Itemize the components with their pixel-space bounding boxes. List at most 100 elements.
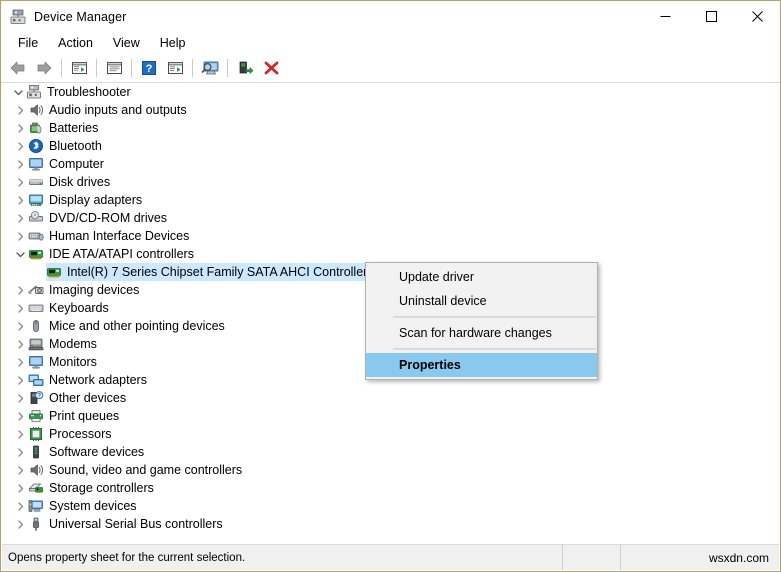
tree-item-label: Disk drives (49, 175, 111, 189)
tree-item-sound-video-and-game-controllers[interactable]: Sound, video and game controllers (2, 461, 779, 479)
network-adapter-icon (28, 372, 44, 388)
window-title: Device Manager (34, 9, 127, 24)
device-manager-window: Device Manager File Action View Help ? T… (0, 0, 781, 572)
chevron-right-icon[interactable] (12, 335, 28, 353)
chevron-right-icon[interactable] (12, 497, 28, 515)
chevron-right-icon[interactable] (12, 389, 28, 407)
scan-hardware-icon[interactable] (162, 56, 188, 80)
tree-item-processors[interactable]: Processors (2, 425, 779, 443)
chevron-right-icon[interactable] (12, 299, 28, 317)
context-menu-item-scan-for-hardware-changes[interactable]: Scan for hardware changes (366, 321, 597, 345)
tree-item-label: Network adapters (49, 373, 147, 387)
svg-text:?: ? (37, 394, 41, 400)
tree-item-label: Modems (49, 337, 97, 351)
forward-icon[interactable] (31, 56, 57, 80)
tree-item-storage-controllers[interactable]: Storage controllers (2, 479, 779, 497)
enable-device-icon[interactable] (232, 56, 258, 80)
context-menu-item-properties[interactable]: Properties (366, 353, 597, 377)
chevron-right-icon[interactable] (12, 425, 28, 443)
chevron-right-icon[interactable] (12, 191, 28, 209)
tree-item-batteries[interactable]: Batteries (2, 119, 779, 137)
chevron-right-icon[interactable] (12, 281, 28, 299)
context-menu-separator (367, 316, 596, 318)
chevron-right-icon[interactable] (12, 119, 28, 137)
printer-icon (28, 408, 44, 424)
tree-item-ide-ata-atapi-controllers[interactable]: IDE ATA/ATAPI controllers (2, 245, 779, 263)
chevron-right-icon[interactable] (12, 155, 28, 173)
svg-text:?: ? (146, 63, 153, 75)
help-icon[interactable]: ? (136, 56, 162, 80)
chevron-right-icon[interactable] (12, 407, 28, 425)
tree-item-universal-serial-bus-controllers[interactable]: Universal Serial Bus controllers (2, 515, 779, 533)
chevron-right-icon[interactable] (12, 515, 28, 533)
chevron-right-icon[interactable] (12, 173, 28, 191)
display-adapter-icon (28, 192, 44, 208)
properties-icon[interactable] (66, 56, 92, 80)
chevron-right-icon[interactable] (12, 443, 28, 461)
menu-help[interactable]: Help (150, 34, 196, 53)
speaker-icon (28, 102, 44, 118)
chevron-right-icon[interactable] (12, 461, 28, 479)
chevron-right-icon[interactable] (12, 479, 28, 497)
toolbar-separator (131, 59, 132, 77)
tree-item-label: Keyboards (49, 301, 109, 315)
modem-icon (28, 336, 44, 352)
window-controls (642, 1, 780, 32)
show-hidden-devices-icon[interactable] (197, 56, 223, 80)
chevron-right-icon[interactable] (12, 101, 28, 119)
device-manager-icon (10, 9, 26, 25)
keyboard-icon (28, 300, 44, 316)
tree-item-label: Intel(R) 7 Series Chipset Family SATA AH… (67, 265, 368, 279)
chevron-down-icon[interactable] (10, 83, 26, 101)
usb-icon (28, 516, 44, 532)
tree-item-bluetooth[interactable]: Bluetooth (2, 137, 779, 155)
tree-item-label: Monitors (49, 355, 97, 369)
chevron-down-icon[interactable] (12, 245, 28, 263)
status-bar: Opens property sheet for the current sel… (2, 544, 779, 570)
tree-item-label: Mice and other pointing devices (49, 319, 225, 333)
tree-item-label: Computer (49, 157, 104, 171)
tree-item-human-interface-devices[interactable]: Human Interface Devices (2, 227, 779, 245)
system-device-icon (28, 498, 44, 514)
chevron-right-icon[interactable] (12, 353, 28, 371)
monitor-icon (28, 354, 44, 370)
update-driver-icon[interactable] (101, 56, 127, 80)
tree-item-label: Display adapters (49, 193, 143, 207)
minimize-button[interactable] (642, 1, 688, 32)
tree-item-software-devices[interactable]: Software devices (2, 443, 779, 461)
chevron-right-icon[interactable] (12, 137, 28, 155)
menu-file[interactable]: File (8, 34, 48, 53)
menu-view[interactable]: View (103, 34, 150, 53)
mouse-icon (28, 318, 44, 334)
maximize-button[interactable] (688, 1, 734, 32)
close-button[interactable] (734, 1, 780, 32)
tree-root-row[interactable]: Troubleshooter (2, 83, 779, 101)
chevron-right-icon[interactable] (12, 317, 28, 335)
tree-item-other-devices[interactable]: ? Other devices (2, 389, 779, 407)
context-menu-item-uninstall-device[interactable]: Uninstall device (366, 289, 597, 313)
uninstall-device-icon[interactable] (258, 56, 284, 80)
chevron-right-icon[interactable] (12, 371, 28, 389)
tree-item-print-queues[interactable]: Print queues (2, 407, 779, 425)
context-menu[interactable]: Update driver Uninstall device Scan for … (365, 262, 598, 380)
tree-item-dvd-cd-rom-drives[interactable]: DVD/CD-ROM drives (2, 209, 779, 227)
chevron-right-icon[interactable] (12, 227, 28, 245)
toolbar-separator (192, 59, 193, 77)
context-menu-separator (367, 348, 596, 350)
controller-card-icon (28, 246, 44, 262)
tree-item-system-devices[interactable]: System devices (2, 497, 779, 515)
tree-item-label: Universal Serial Bus controllers (49, 517, 223, 531)
tree-item-audio-inputs-and-outputs[interactable]: Audio inputs and outputs (2, 101, 779, 119)
watermark: wsxdn.com (708, 550, 769, 565)
tree-item-label: Sound, video and game controllers (49, 463, 243, 477)
tree-item-computer[interactable]: Computer (2, 155, 779, 173)
processor-icon (28, 426, 44, 442)
tree-item-label: Software devices (49, 445, 145, 459)
tree-item-display-adapters[interactable]: Display adapters (2, 191, 779, 209)
chevron-right-icon[interactable] (12, 209, 28, 227)
tree-item-disk-drives[interactable]: Disk drives (2, 173, 779, 191)
tree-item-label: Bluetooth (49, 139, 102, 153)
context-menu-item-update-driver[interactable]: Update driver (366, 265, 597, 289)
menu-action[interactable]: Action (48, 34, 103, 53)
back-icon[interactable] (5, 56, 31, 80)
